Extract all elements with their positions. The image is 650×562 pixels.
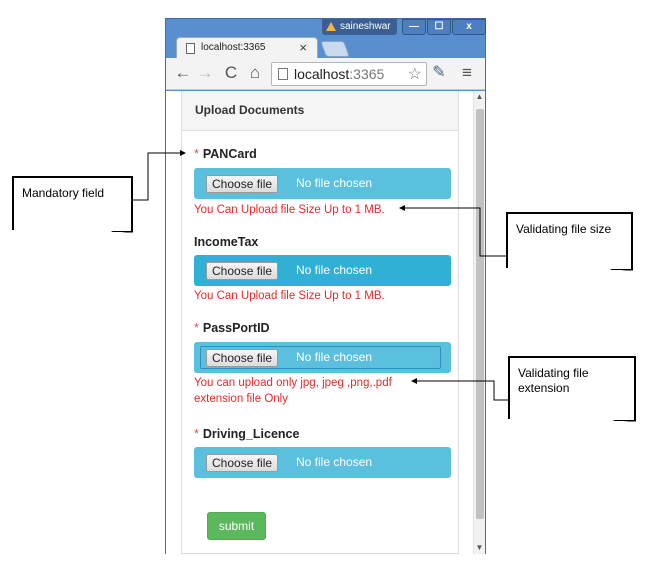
passport-error-line2: extension file Only <box>194 393 288 405</box>
required-marker: * <box>194 321 199 335</box>
tab-localhost[interactable]: localhost:3365 × <box>176 37 318 59</box>
incometax-file-status: No file chosen <box>296 263 373 277</box>
page-icon <box>186 43 195 54</box>
passport-label: * PassPortID <box>194 321 270 335</box>
back-arrow-icon[interactable]: ← <box>174 63 192 83</box>
pancard-file-status: No file chosen <box>296 176 373 190</box>
forward-arrow-icon[interactable]: → <box>196 63 214 83</box>
minimize-icon: — <box>409 21 419 32</box>
incometax-choose-file-button[interactable]: Choose file <box>206 262 279 280</box>
page-icon <box>278 68 288 80</box>
passport-label-text: PassPortID <box>202 321 270 335</box>
menu-icon[interactable]: ≡ <box>458 63 476 83</box>
address-bar[interactable]: localhost:3365 ☆ <box>271 62 427 86</box>
browser-toolbar: ← → C ⌂ localhost:3365 ☆ ✎ ≡ <box>166 58 485 90</box>
callout-mandatory-text: Mandatory field <box>22 186 105 200</box>
passport-choose-file-button[interactable]: Choose file <box>206 349 279 367</box>
bookmark-star-icon[interactable]: ☆ <box>408 64 422 84</box>
panel-title: Upload Documents <box>195 103 305 117</box>
new-tab-button[interactable] <box>320 41 350 57</box>
url-port: :3365 <box>349 66 385 82</box>
scroll-up-icon[interactable]: ▲ <box>474 91 485 103</box>
scroll-down-icon[interactable]: ▼ <box>474 542 485 554</box>
pancard-label-text: PANCard <box>202 147 257 161</box>
close-icon: x <box>466 21 472 32</box>
passport-file-input[interactable]: Choose file No file chosen <box>194 342 451 373</box>
callout-extension-line1: Validating file <box>518 366 589 380</box>
pancard-choose-file-button[interactable]: Choose file <box>206 175 279 193</box>
url-host: localhost <box>294 66 350 82</box>
page-viewport: Upload Documents * PANCard Choose file No… <box>166 91 485 554</box>
passport-error-line1: You can upload only jpg, jpeg ,png,.pdf <box>194 377 392 389</box>
driving-licence-choose-file-button[interactable]: Choose file <box>206 454 279 472</box>
eyedropper-icon[interactable]: ✎ <box>430 63 448 83</box>
incometax-label: IncomeTax <box>194 235 259 249</box>
user-name: saineshwar <box>340 21 391 32</box>
incometax-file-input[interactable]: Choose file No file chosen <box>194 255 451 286</box>
vertical-scrollbar[interactable]: ▲ ▼ <box>473 91 485 554</box>
home-icon[interactable]: ⌂ <box>246 63 264 83</box>
reload-icon[interactable]: C <box>222 63 240 83</box>
required-marker: * <box>194 427 199 441</box>
callout-file-size: Validating file size <box>506 212 633 277</box>
callout-filesize-text: Validating file size <box>516 222 612 236</box>
upload-panel: Upload Documents * PANCard Choose file No… <box>181 91 459 554</box>
driving-licence-label: * Driving_Licence <box>194 427 299 441</box>
pancard-file-input[interactable]: Choose file No file chosen <box>194 168 451 199</box>
url-text: localhost:3365 <box>294 66 384 82</box>
passport-file-status: No file chosen <box>296 350 373 364</box>
driving-licence-label-text: Driving_Licence <box>202 427 300 441</box>
tab-title: localhost:3365 <box>201 42 266 53</box>
scroll-thumb[interactable] <box>476 109 484 519</box>
maximize-icon: ☐ <box>434 21 444 32</box>
pancard-error: You Can Upload file Size Up to 1 MB. <box>194 204 385 216</box>
tab-strip: localhost:3365 × <box>166 33 485 59</box>
incometax-error: You Can Upload file Size Up to 1 MB. <box>194 290 385 302</box>
driving-licence-file-input[interactable]: Choose file No file chosen <box>194 447 451 478</box>
warning-icon <box>326 22 336 31</box>
required-marker: * <box>194 147 199 161</box>
pancard-label: * PANCard <box>194 147 257 161</box>
callout-extension-line2: extension <box>518 381 570 395</box>
tab-close-icon[interactable]: × <box>299 40 307 55</box>
driving-licence-file-status: No file chosen <box>296 455 373 469</box>
callout-file-extension: Validating file extension <box>508 356 636 428</box>
panel-heading: Upload Documents <box>182 91 458 131</box>
submit-button[interactable]: submit <box>207 512 266 540</box>
callout-mandatory-field: Mandatory field <box>12 176 133 239</box>
browser-window: saineshwar — ☐ x localhost:3365 × ← → C … <box>165 18 486 554</box>
